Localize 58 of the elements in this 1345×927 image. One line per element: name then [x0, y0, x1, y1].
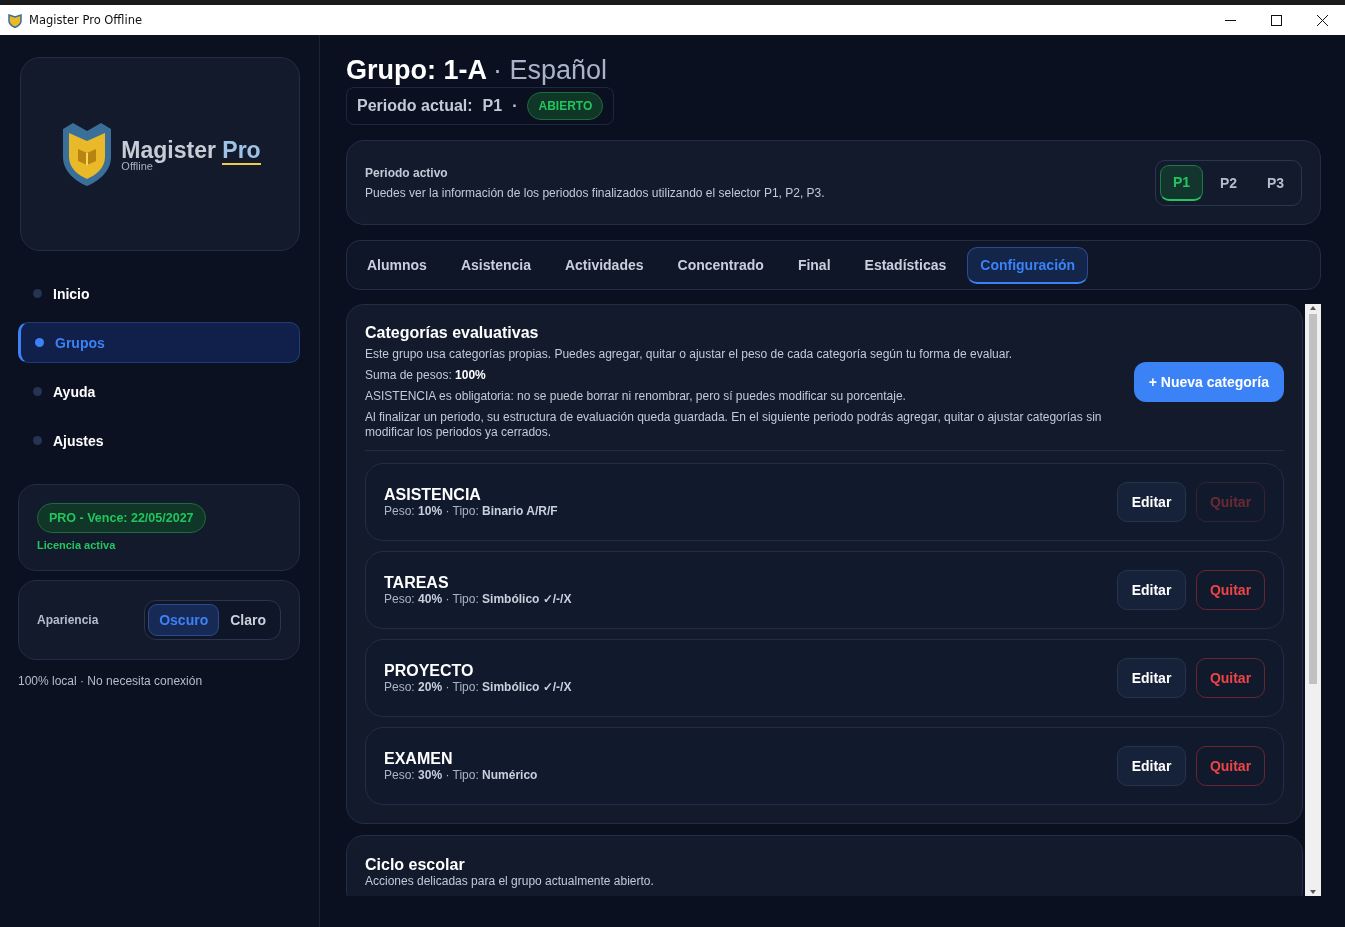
card-note: Al finalizar un periodo, su estructura de evaluación queda guardada. En el siguiente periodo podrás agregar, quitar o ajustar categorías sin modificar los periodos ya cerrados. — [365, 410, 1103, 440]
category-detail: Peso: 10% · Tipo: Binario A/R/F — [384, 504, 558, 518]
nav-item[interactable]: Ayuda — [18, 371, 300, 412]
card-note: Este grupo usa categorías propias. Puedes agregar, quitar o ajustar el peso de cada categoría según tu forma de evaluar. — [365, 347, 1014, 362]
period-value: P1 — [482, 97, 503, 115]
card-text: Acciones delicadas para el grupo actualmente abierto. — [365, 874, 655, 888]
card-note: ASISTENCIA es obligatoria: no se puede borrar ni renombrar, pero sí puedes modificar su porcentaje. — [365, 389, 907, 404]
remove-button[interactable]: Quitar — [1196, 658, 1265, 698]
theme-option[interactable]: Oscuro — [148, 604, 220, 636]
period-option[interactable]: P2 — [1207, 164, 1250, 201]
card-title: Categorías evaluativas — [365, 324, 540, 342]
tab[interactable]: Final — [784, 247, 844, 283]
group-title: Grupo: 1-A — [346, 55, 487, 86]
category-detail: Peso: 30% · Tipo: Numérico — [384, 768, 538, 782]
shield-app-icon — [8, 12, 22, 28]
tab[interactable]: Concentrado — [664, 247, 777, 283]
category-name: PROYECTO — [384, 662, 475, 680]
edit-button[interactable]: Editar — [1117, 746, 1186, 786]
period-label: Periodo actual: — [357, 97, 473, 115]
subject-name: · Español — [493, 55, 608, 86]
category-name: EXAMEN — [384, 750, 454, 768]
remove-button[interactable]: Quitar — [1196, 570, 1265, 610]
category-detail: Peso: 20% · Tipo: Simbólico ✓/-/X — [384, 680, 572, 694]
scroll-up-icon[interactable] — [1309, 304, 1317, 312]
scroll-down-icon[interactable] — [1309, 888, 1317, 896]
footer-note: 100% local · No necesita conexión — [18, 674, 203, 688]
new-category-button[interactable]: + Nueva categoría — [1133, 362, 1284, 402]
maximize-icon[interactable] — [1270, 14, 1282, 26]
tab[interactable]: Estadísticas — [851, 247, 960, 283]
nav-item[interactable]: Grupos — [18, 322, 300, 363]
card-text: Puedes ver la información de los periodos finalizados utilizando el selector P1, P2, P3. — [365, 185, 825, 200]
tab[interactable]: Configuración — [967, 246, 1089, 284]
status-badge: ABIERTO — [527, 92, 604, 120]
card-note: Suma de pesos: 100% — [365, 368, 487, 383]
scrollbar[interactable] — [1305, 304, 1321, 896]
tab[interactable]: Asistencia — [447, 247, 544, 283]
category-detail: Peso: 40% · Tipo: Simbólico ✓/-/X — [384, 592, 572, 606]
remove-button[interactable]: Quitar — [1196, 746, 1265, 786]
card-title: Ciclo escolar — [365, 856, 466, 874]
tab[interactable]: Alumnos — [354, 247, 440, 283]
edit-button[interactable]: Editar — [1117, 658, 1186, 698]
separator: · — [512, 97, 518, 115]
license-status: Licencia activa — [37, 539, 116, 551]
nav-item[interactable]: Inicio — [18, 273, 300, 314]
edit-button[interactable]: Editar — [1117, 570, 1186, 610]
edit-button[interactable]: Editar — [1117, 482, 1186, 522]
period-option[interactable]: P1 — [1160, 164, 1203, 201]
appearance-label: Apariencia — [37, 613, 99, 627]
period-option[interactable]: P3 — [1254, 164, 1297, 201]
license-badge: PRO - Vence: 22/05/2027 — [37, 503, 206, 533]
nav-item[interactable]: Ajustes — [18, 420, 300, 461]
card-title: Periodo activo — [365, 165, 449, 180]
close-icon[interactable] — [1316, 14, 1328, 26]
category-name: TAREAS — [384, 574, 450, 592]
category-name: ASISTENCIA — [384, 486, 482, 504]
window-title: Magister Pro Offline — [29, 13, 144, 27]
theme-option[interactable]: Claro — [219, 604, 277, 636]
tab[interactable]: Actividades — [551, 247, 657, 283]
